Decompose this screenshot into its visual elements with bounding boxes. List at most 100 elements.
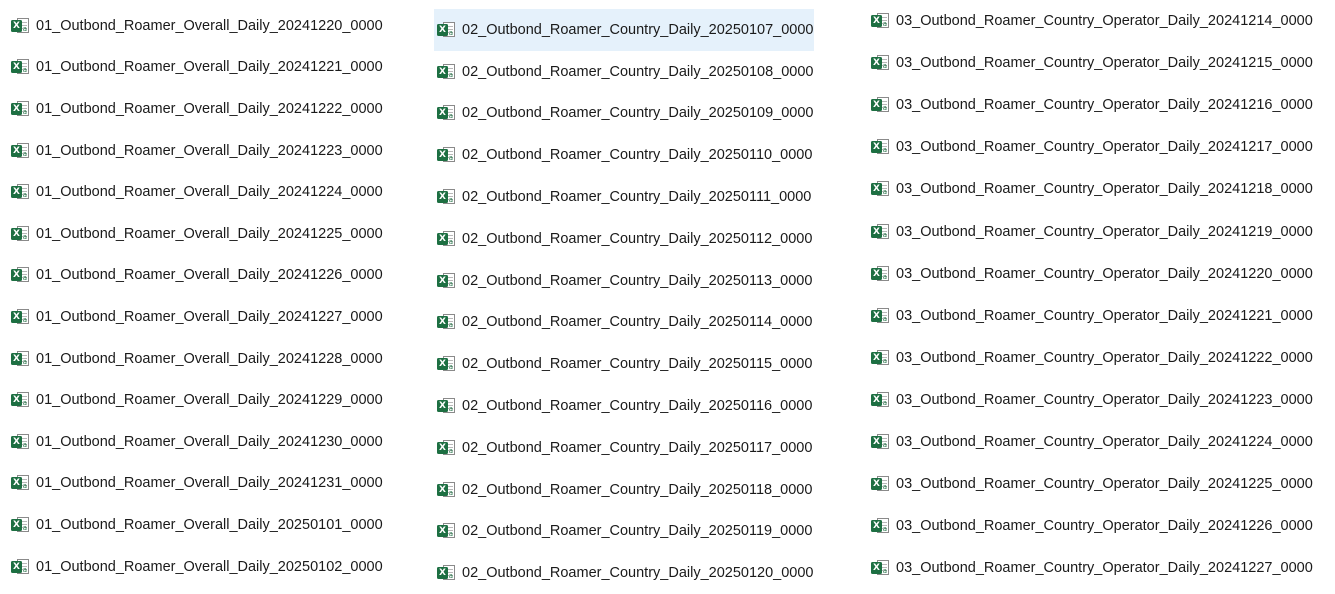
excel-csv-icon: X [437,439,457,456]
file-name-label: 01_Outbond_Roamer_Overall_Daily_20250102… [36,558,383,575]
file-item[interactable]: X 02_Outbond_Roamer_Country_Daily_2025011… [434,343,819,385]
file-item[interactable]: X 02_Outbond_Roamer_Country_Daily_2025010… [434,93,819,135]
file-name-label: 02_Outbond_Roamer_Country_Daily_20250107… [462,21,814,38]
file-item[interactable]: X 03_Outbond_Roamer_Country_Operator_Dail… [868,295,1319,337]
file-item[interactable]: X 03_Outbond_Roamer_Country_Operator_Dail… [868,210,1319,252]
file-column-2: X 02_Outbond_Roamer_Country_Daily_2025010… [434,9,819,594]
excel-csv-icon: X [11,475,31,491]
file-item[interactable]: X 03_Outbond_Roamer_Country_Operator_Dail… [868,379,1319,421]
file-item[interactable]: X 02_Outbond_Roamer_Country_Daily_2025011… [434,260,819,302]
file-name-label: 02_Outbond_Roamer_Country_Daily_20250117… [462,439,813,456]
excel-csv-icon: X [437,21,457,38]
excel-csv-icon: X [11,267,31,283]
file-name-label: 01_Outbond_Roamer_Overall_Daily_20241226… [36,267,383,284]
file-item[interactable]: X 02_Outbond_Roamer_Country_Daily_2025010… [434,51,819,93]
file-item[interactable]: X 01_Outbond_Roamer_Overall_Daily_2024122… [8,255,389,297]
excel-csv-icon: X [11,59,31,75]
excel-csv-icon: X [437,230,457,247]
file-name-label: 03_Outbond_Roamer_Country_Operator_Daily… [896,476,1313,493]
file-item[interactable]: X 03_Outbond_Roamer_Country_Operator_Dail… [868,168,1319,210]
excel-csv-icon: X [437,105,457,121]
file-name-label: 02_Outbond_Roamer_Country_Daily_20250115… [462,356,813,373]
file-name-label: 02_Outbond_Roamer_Country_Daily_20250110… [462,147,813,164]
file-name-label: 02_Outbond_Roamer_Country_Daily_20250111… [462,189,812,206]
file-item[interactable]: X 03_Outbond_Roamer_Country_Operator_Dail… [868,463,1319,505]
file-item[interactable]: X 01_Outbond_Roamer_Overall_Daily_2024122… [8,5,389,47]
file-name-label: 03_Outbond_Roamer_Country_Operator_Daily… [896,181,1313,198]
file-item[interactable]: X 02_Outbond_Roamer_Country_Daily_2025011… [434,511,819,553]
file-item[interactable]: X 03_Outbond_Roamer_Country_Operator_Dail… [868,421,1319,463]
excel-csv-icon: X [437,147,457,163]
file-name-label: 03_Outbond_Roamer_Country_Operator_Daily… [896,307,1313,324]
excel-badge: X [11,61,22,74]
file-item[interactable]: X 01_Outbond_Roamer_Overall_Daily_2024122… [8,338,389,380]
file-item[interactable]: X 01_Outbond_Roamer_Overall_Daily_2024122… [8,130,389,172]
file-item[interactable]: X 01_Outbond_Roamer_Overall_Daily_2024122… [8,296,389,338]
file-name-label: 03_Outbond_Roamer_Country_Operator_Daily… [896,518,1313,535]
excel-csv-icon: X [871,307,891,324]
file-item[interactable]: X 02_Outbond_Roamer_Country_Daily_2025011… [434,427,819,469]
file-item-selected[interactable]: X 02_Outbond_Roamer_Country_Daily_2025010… [434,9,814,51]
file-item[interactable]: X 01_Outbond_Roamer_Overall_Daily_2024122… [8,88,389,130]
excel-csv-icon: X [871,55,891,71]
excel-badge: X [871,435,882,448]
excel-badge: X [871,393,882,406]
file-item[interactable]: X 01_Outbond_Roamer_Overall_Daily_2024122… [8,379,389,421]
file-name-label: 03_Outbond_Roamer_Country_Operator_Daily… [896,433,1313,450]
file-item[interactable]: X 02_Outbond_Roamer_Country_Daily_2025012… [434,552,819,594]
excel-badge: X [871,141,882,154]
file-name-label: 02_Outbond_Roamer_Country_Daily_20250108… [462,63,814,80]
excel-csv-icon: X [871,139,891,155]
excel-badge: X [437,400,448,413]
file-name-label: 02_Outbond_Roamer_Country_Daily_20250112… [462,230,813,247]
excel-csv-icon: X [871,265,891,282]
file-item[interactable]: X 01_Outbond_Roamer_Overall_Daily_2024122… [8,171,389,213]
file-item[interactable]: X 03_Outbond_Roamer_Country_Operator_Dail… [868,42,1319,84]
excel-badge: X [437,23,448,36]
excel-badge: X [11,310,22,323]
file-item[interactable]: X 02_Outbond_Roamer_Country_Daily_2025011… [434,218,819,260]
file-item[interactable]: X 01_Outbond_Roamer_Overall_Daily_2025010… [8,546,389,588]
file-item[interactable]: X 01_Outbond_Roamer_Overall_Daily_2024122… [8,213,389,255]
file-item[interactable]: X 03_Outbond_Roamer_Country_Operator_Dail… [868,0,1319,42]
file-name-label: 01_Outbond_Roamer_Overall_Daily_20241225… [36,225,383,242]
file-column-1: X 01_Outbond_Roamer_Overall_Daily_2024122… [8,5,389,587]
excel-badge: X [437,483,448,496]
file-item[interactable]: X 01_Outbond_Roamer_Overall_Daily_2024122… [8,47,389,89]
file-item[interactable]: X 03_Outbond_Roamer_Country_Operator_Dail… [868,126,1319,168]
file-item[interactable]: X 02_Outbond_Roamer_Country_Daily_2025011… [434,469,819,511]
excel-badge: X [11,394,22,407]
file-item[interactable]: X 02_Outbond_Roamer_Country_Daily_2025011… [434,385,819,427]
excel-badge: X [871,520,882,533]
excel-csv-icon: X [871,391,891,408]
file-item[interactable]: X 02_Outbond_Roamer_Country_Daily_2025011… [434,302,819,344]
excel-badge: X [871,562,882,575]
file-item[interactable]: X 03_Outbond_Roamer_Country_Operator_Dail… [868,337,1319,379]
file-item[interactable]: X 03_Outbond_Roamer_Country_Operator_Dail… [868,505,1319,547]
file-name-label: 02_Outbond_Roamer_Country_Daily_20250118… [462,481,813,498]
excel-badge: X [11,518,22,531]
file-name-label: 02_Outbond_Roamer_Country_Daily_20250109… [462,105,814,122]
file-name-label: 03_Outbond_Roamer_Country_Operator_Daily… [896,349,1313,366]
excel-csv-icon: X [11,350,31,367]
file-item[interactable]: X 01_Outbond_Roamer_Overall_Daily_2024123… [8,463,389,505]
excel-badge: X [437,316,448,329]
excel-badge: X [437,441,448,454]
file-name-label: 03_Outbond_Roamer_Country_Operator_Daily… [896,97,1313,114]
file-item[interactable]: X 01_Outbond_Roamer_Overall_Daily_2024123… [8,421,389,463]
excel-csv-icon: X [871,349,891,366]
excel-badge: X [871,351,882,364]
file-name-label: 01_Outbond_Roamer_Overall_Daily_20241229… [36,392,383,409]
file-name-label: 02_Outbond_Roamer_Country_Daily_20250119… [462,523,813,540]
file-item[interactable]: X 02_Outbond_Roamer_Country_Daily_2025011… [434,176,819,218]
excel-csv-icon: X [437,189,457,205]
file-name-label: 01_Outbond_Roamer_Overall_Daily_20241230… [36,433,383,450]
file-item[interactable]: X 03_Outbond_Roamer_Country_Operator_Dail… [868,547,1319,589]
file-item[interactable]: X 03_Outbond_Roamer_Country_Operator_Dail… [868,253,1319,295]
excel-badge: X [11,269,22,282]
file-item[interactable]: X 03_Outbond_Roamer_Country_Operator_Dail… [868,84,1319,126]
file-name-label: 03_Outbond_Roamer_Country_Operator_Daily… [896,391,1313,408]
file-item[interactable]: X 02_Outbond_Roamer_Country_Daily_2025011… [434,134,819,176]
file-item[interactable]: X 01_Outbond_Roamer_Overall_Daily_2025010… [8,504,389,546]
file-name-label: 03_Outbond_Roamer_Country_Operator_Daily… [896,560,1313,577]
